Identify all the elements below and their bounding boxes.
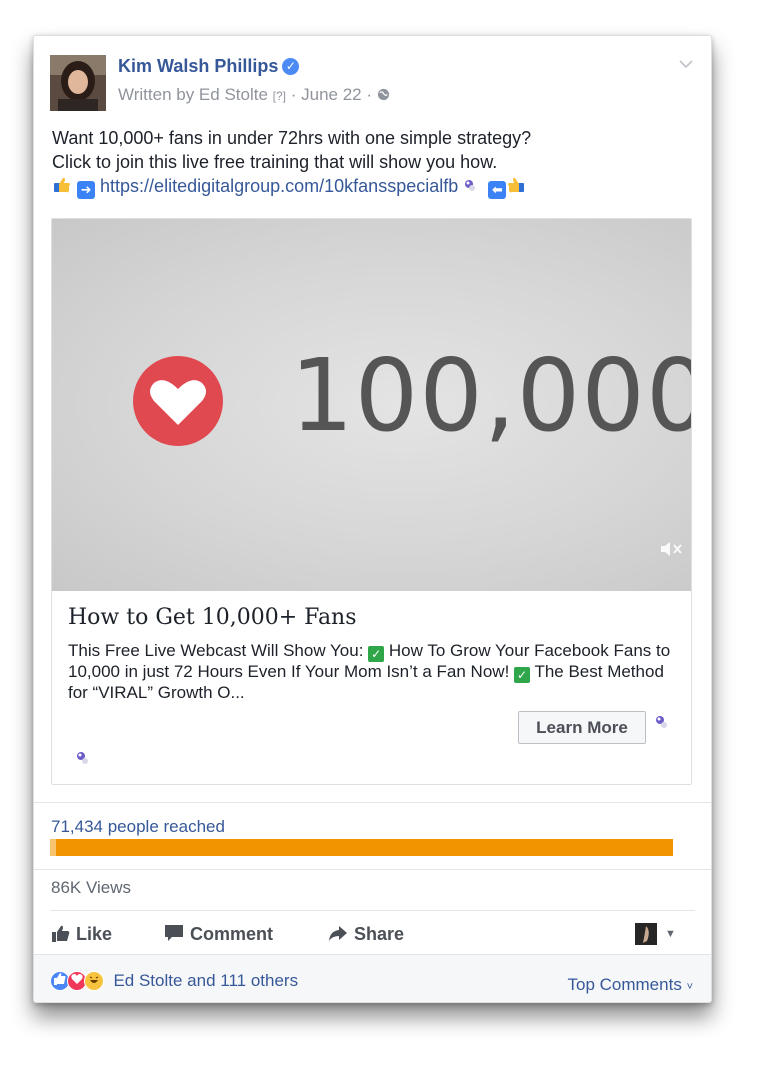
action-bar: Like Comment Share [50,924,695,948]
attachment-info-icon [74,749,90,770]
post-date[interactable]: June 22 [301,85,362,104]
verified-icon: ✓ [282,58,300,75]
reaction-summary[interactable]: Ed Stolte and 111 others [50,971,298,991]
divider [50,910,695,911]
post-body: Want 10,000+ fans in under 72hrs with on… [52,126,692,199]
comment-icon [164,924,184,947]
people-reached[interactable]: 71,434 people reached [51,817,225,837]
comment-label[interactable]: Comment [190,924,273,944]
page-identity-selector[interactable]: ▼ [635,923,676,945]
like-button[interactable]: Like [52,924,112,947]
meta-separator: · [290,85,297,104]
link-attachment[interactable]: 100,000 How to Get 10,000+ Fans This Fre… [51,218,692,785]
learn-more-button[interactable]: Learn More [518,711,646,744]
attachment-description: This Free Live Webcast Will Show You: ✓ … [68,641,680,703]
point-left-icon [506,175,526,195]
written-by: Written by Ed Stolte [118,85,268,104]
post-text-line: Want 10,000+ fans in under 72hrs with on… [52,128,532,148]
globe-icon [377,85,390,104]
comment-sort-label[interactable]: Top Comments [568,975,682,994]
like-icon [52,925,70,947]
reach-progress-fill [50,839,673,856]
view-count[interactable]: 86K Views [51,878,131,898]
help-marker[interactable]: [?] [273,89,286,103]
video-counter: 100,000 [290,337,692,454]
check-icon: ✓ [514,667,531,683]
reactions-footer: Ed Stolte and 111 others Top Comments ˅ [34,954,711,1002]
facebook-post-card: Kim Walsh Phillips ✓ Written by Ed Stolte… [33,35,712,1003]
reaction-text[interactable]: Ed Stolte and 111 others [113,971,298,990]
divider [34,869,711,870]
link-preview-icon [463,174,476,191]
arrow-left-icon: ⬅ [488,181,507,199]
post-link-line: ➜ https://elitedigitalgroup.com/10kfanss… [52,174,692,199]
attachment-title[interactable]: How to Get 10,000+ Fans [68,605,357,630]
author-avatar[interactable] [50,55,106,111]
comment-button[interactable]: Comment [164,924,273,947]
description-text: This Free Live Webcast Will Show You: [68,641,369,660]
check-icon: ✓ [368,646,385,662]
meta-separator: · [366,85,373,104]
chevron-down-icon: ˅ [686,981,693,993]
comment-sort-dropdown[interactable]: Top Comments ˅ [568,975,694,995]
post-meta: Written by Ed Stolte [?] · June 22 · [118,85,390,105]
heart-icon [132,355,224,452]
chevron-down-icon[interactable] [679,56,693,72]
like-label[interactable]: Like [76,924,112,944]
video-player[interactable]: 100,000 [52,219,691,591]
mute-icon[interactable] [659,541,685,561]
chevron-down-icon: ▼ [665,928,676,940]
share-label[interactable]: Share [354,924,404,944]
author-name[interactable]: Kim Walsh Phillips ✓ [118,56,300,77]
post-text-line: Click to join this live free training th… [52,152,498,172]
share-icon [328,925,348,947]
haha-reaction-icon [84,971,104,991]
divider [34,802,711,803]
share-button[interactable]: Share [328,924,404,947]
post-link[interactable]: https://elitedigitalgroup.com/10kfansspe… [100,176,458,196]
page-avatar [635,923,657,945]
cta-info-icon [653,713,669,734]
author-name-text[interactable]: Kim Walsh Phillips [118,56,278,76]
point-right-icon [52,175,72,195]
reach-progress-bar [50,839,673,856]
arrow-right-icon: ➜ [77,181,96,199]
